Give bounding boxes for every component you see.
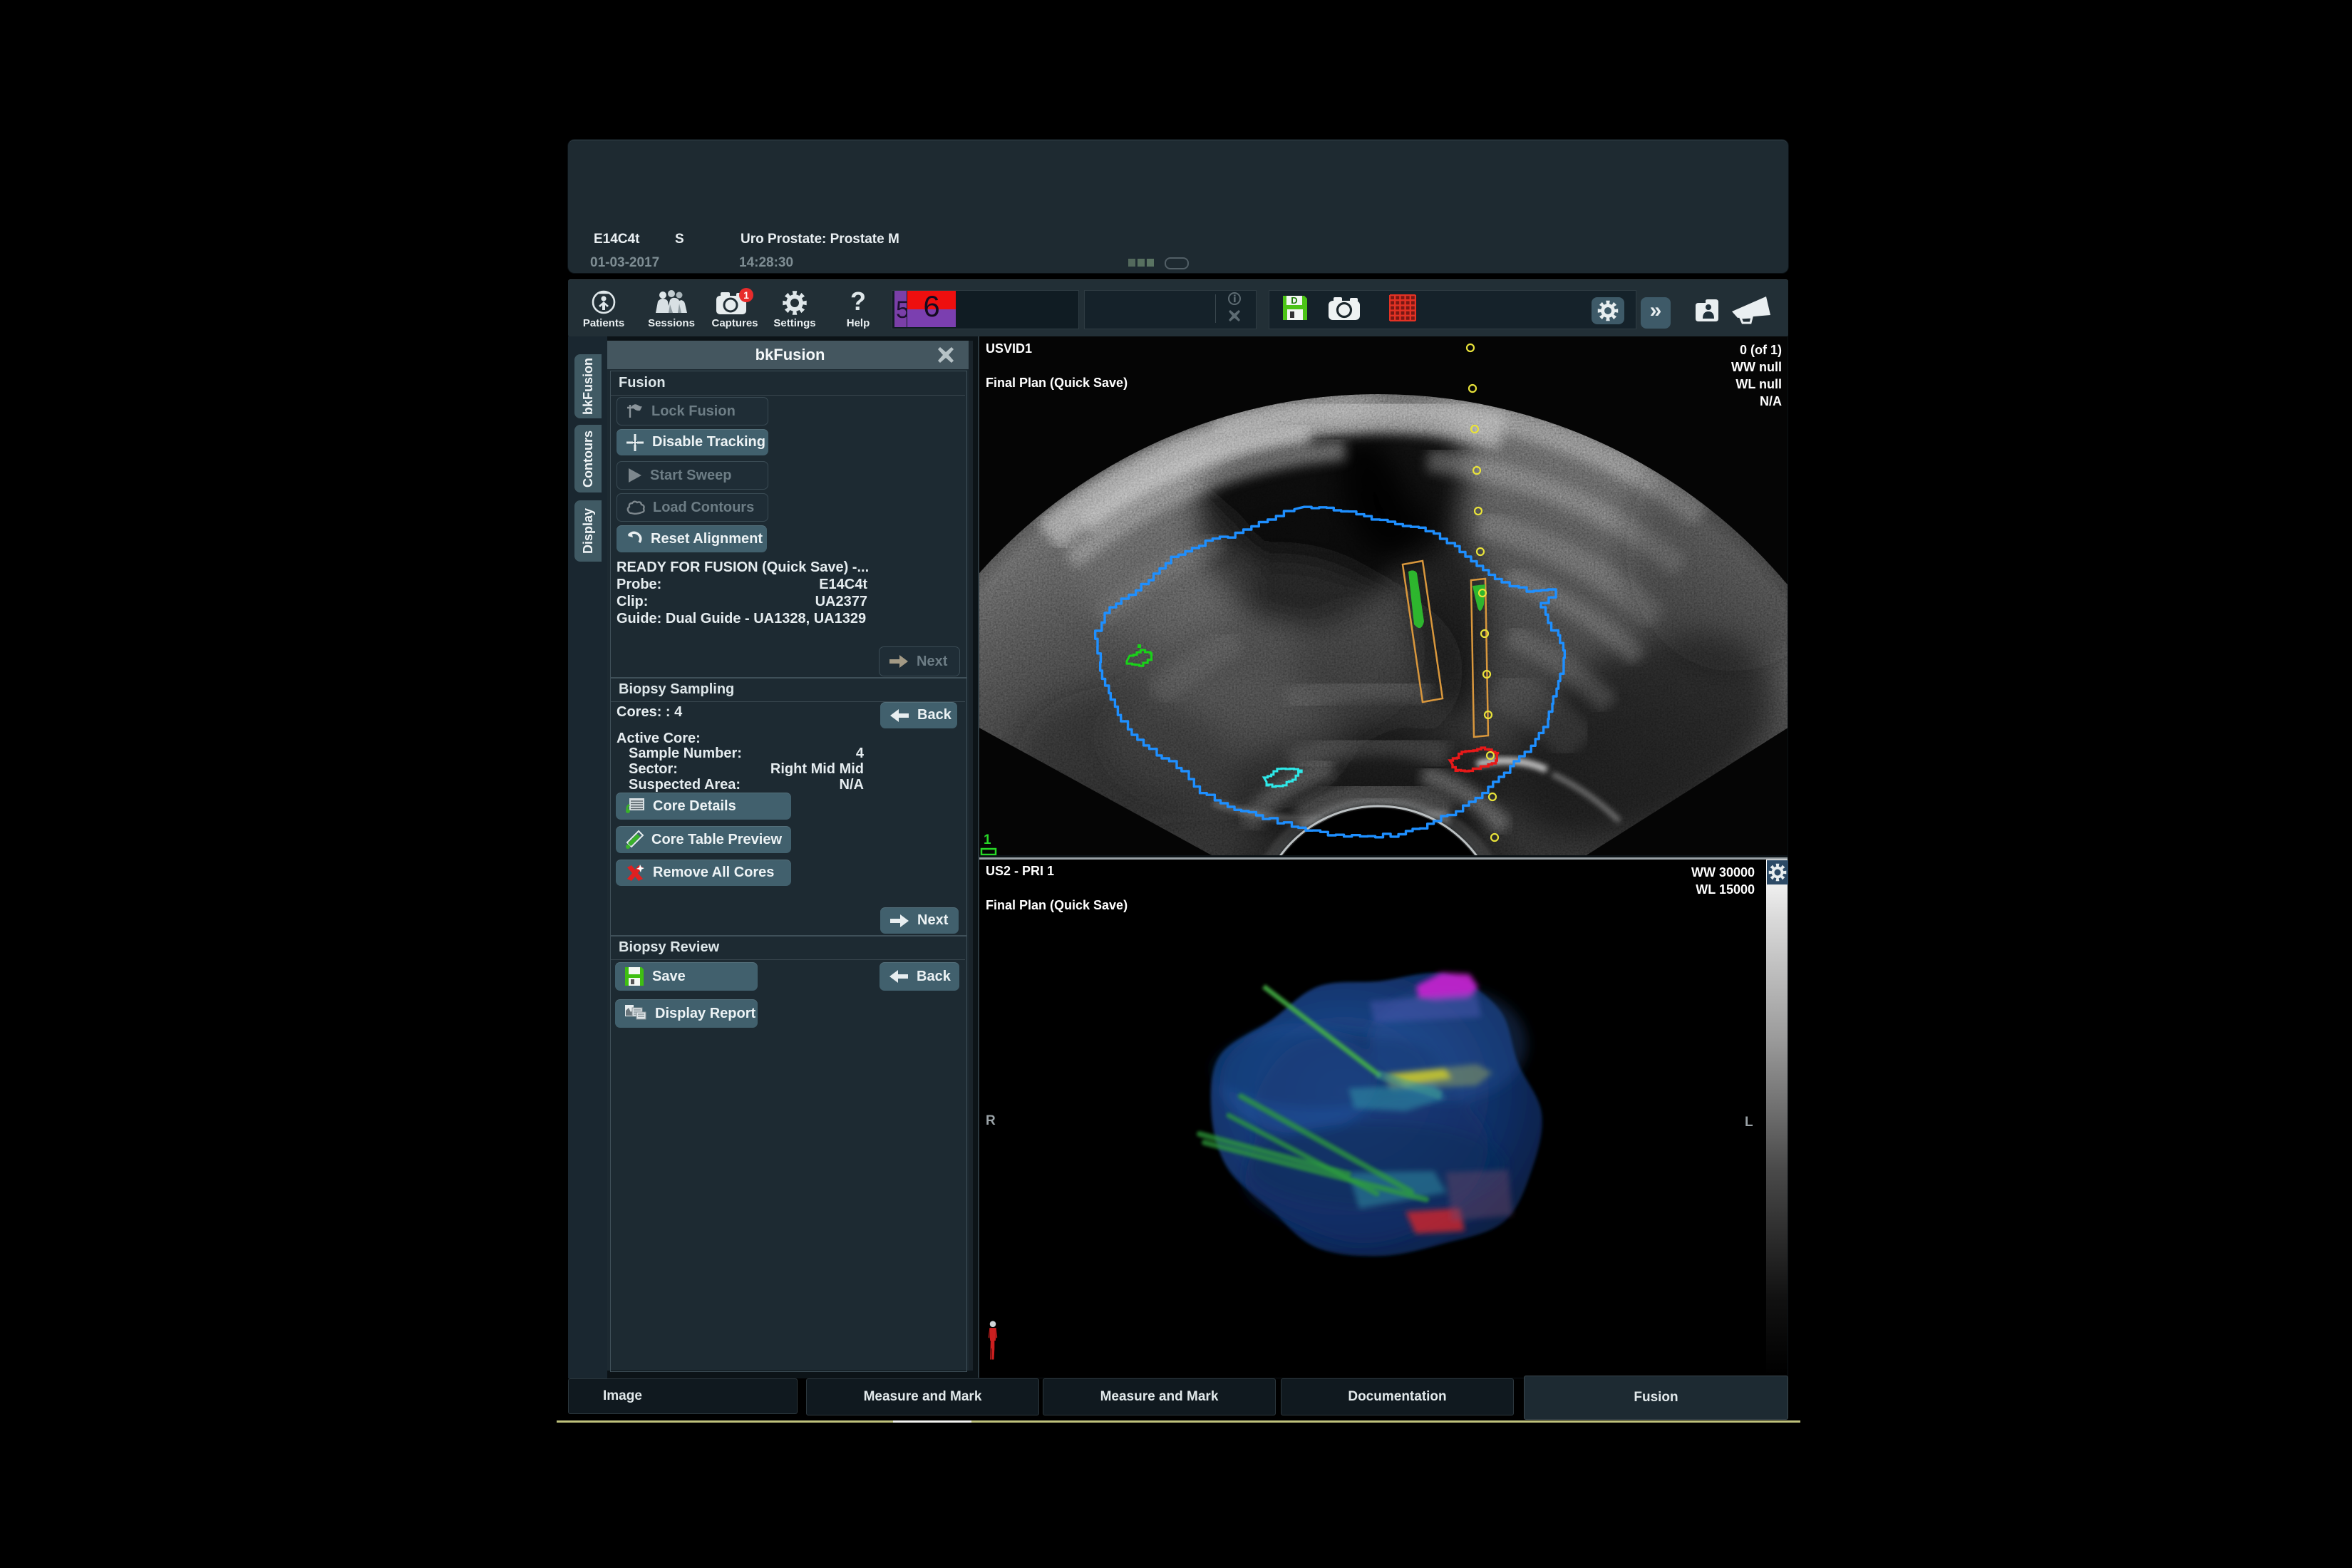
- svg-text:?: ?: [850, 289, 866, 316]
- svg-text:1: 1: [984, 832, 991, 847]
- svg-text:D: D: [1291, 295, 1297, 306]
- svg-text:1: 1: [743, 289, 749, 301]
